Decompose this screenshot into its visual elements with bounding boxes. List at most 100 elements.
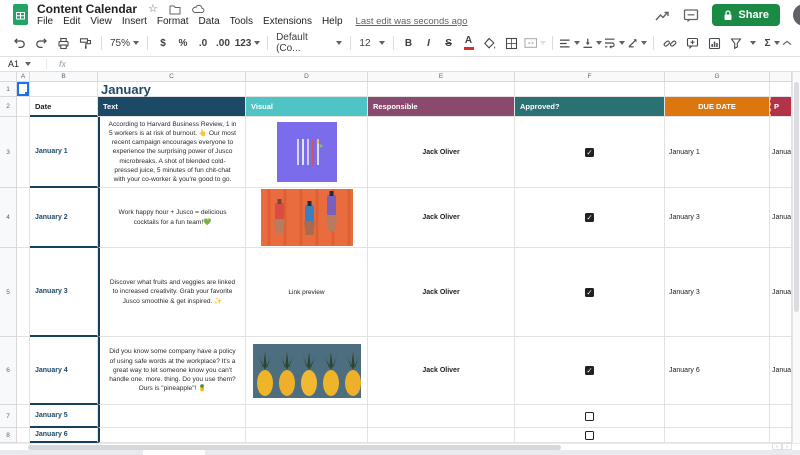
paint-format-button[interactable]: [75, 33, 95, 53]
approved-cell[interactable]: [515, 428, 665, 443]
approved-cell[interactable]: [515, 188, 665, 248]
italic-button[interactable]: I: [419, 33, 439, 53]
date-cell[interactable]: January 1: [30, 117, 98, 188]
visual-cell-empty[interactable]: [246, 428, 368, 443]
responsible-cell[interactable]: Jack Oliver: [368, 117, 515, 188]
last-edit-link[interactable]: Last edit was seconds ago: [356, 16, 468, 27]
due-date-cell[interactable]: January 3: [665, 188, 770, 248]
due-date-cell[interactable]: January 6: [665, 337, 770, 405]
scroll-left-arrow[interactable]: ‹: [772, 443, 782, 450]
text-cell-empty[interactable]: [98, 428, 246, 443]
horizontal-scrollbar[interactable]: [0, 443, 800, 450]
menu-format[interactable]: Format: [152, 16, 194, 27]
due-date-cell-empty[interactable]: [665, 428, 770, 443]
star-icon[interactable]: ☆: [148, 3, 158, 15]
cell-g1[interactable]: [665, 82, 770, 97]
move-folder-icon[interactable]: [169, 4, 181, 15]
due-date-cell-empty[interactable]: [665, 405, 770, 428]
col-header-e[interactable]: E: [368, 72, 515, 82]
fill-color-button[interactable]: [480, 33, 500, 53]
header-due-date-cell[interactable]: DUE DATE: [665, 97, 770, 117]
publish-cell-clipped[interactable]: Janua: [770, 337, 792, 405]
publish-cell-empty[interactable]: [770, 405, 792, 428]
header-publish-cell-clipped[interactable]: P: [770, 97, 792, 117]
due-date-cell[interactable]: January 3: [665, 248, 770, 337]
cell-d1[interactable]: [246, 82, 368, 97]
text-rotation-button[interactable]: [627, 33, 648, 53]
checkbox[interactable]: [585, 366, 594, 375]
row-header-3[interactable]: 3: [0, 117, 17, 188]
text-cell[interactable]: Work happy hour + Jusco = delicious cock…: [98, 188, 246, 248]
cell-a6[interactable]: [17, 337, 30, 405]
menu-tools[interactable]: Tools: [225, 16, 258, 27]
text-color-button[interactable]: A: [459, 33, 479, 53]
menu-data[interactable]: Data: [194, 16, 225, 27]
cell-a7[interactable]: [17, 405, 30, 428]
menu-insert[interactable]: Insert: [117, 16, 152, 27]
col-header-f[interactable]: F: [515, 72, 665, 82]
col-header-g[interactable]: G: [665, 72, 770, 82]
insert-chart-button[interactable]: [704, 33, 724, 53]
font-select[interactable]: Default (Co...: [273, 32, 345, 54]
scroll-right-arrow[interactable]: ›: [782, 443, 792, 450]
header-approved-cell[interactable]: Approved?: [515, 97, 665, 117]
approved-cell[interactable]: [515, 117, 665, 188]
visual-cell[interactable]: Link preview: [246, 248, 368, 337]
responsible-cell-empty[interactable]: [368, 405, 515, 428]
header-date-cell[interactable]: Date: [30, 97, 98, 117]
strikethrough-button[interactable]: S: [439, 33, 459, 53]
cell-a3[interactable]: [17, 117, 30, 188]
date-cell[interactable]: January 3: [30, 248, 98, 337]
date-cell[interactable]: January 4: [30, 337, 98, 405]
row-header-1[interactable]: 1: [0, 82, 17, 97]
filter-views-caret[interactable]: [750, 41, 757, 45]
cell-a1-selected[interactable]: [17, 82, 30, 97]
cell-e1[interactable]: [368, 82, 515, 97]
cell-a5[interactable]: [17, 248, 30, 337]
row-header-4[interactable]: 4: [0, 188, 17, 248]
checkbox[interactable]: [585, 213, 594, 222]
text-cell[interactable]: According to Harvard Business Review, 1 …: [98, 117, 246, 188]
font-size-select[interactable]: 12: [356, 38, 387, 49]
text-cell-empty[interactable]: [98, 405, 246, 428]
active-sheet-tab-clipped[interactable]: [143, 450, 205, 455]
col-header-h-clipped[interactable]: [770, 72, 792, 82]
format-currency-button[interactable]: $: [153, 33, 173, 53]
menu-edit[interactable]: Edit: [58, 16, 85, 27]
publish-cell-clipped[interactable]: Janua: [770, 188, 792, 248]
row-header-6[interactable]: 6: [0, 337, 17, 405]
date-cell[interactable]: January 5: [30, 405, 98, 428]
sheet-tab-bar-clipped[interactable]: [0, 450, 800, 455]
print-button[interactable]: [53, 33, 73, 53]
menu-help[interactable]: Help: [317, 16, 348, 27]
undo-button[interactable]: [9, 33, 29, 53]
checkbox[interactable]: [585, 147, 594, 157]
approved-cell[interactable]: [515, 337, 665, 405]
merge-cells-button[interactable]: [523, 33, 546, 53]
cell-h1[interactable]: [770, 82, 792, 97]
header-text-cell[interactable]: Text: [98, 97, 246, 117]
cell-a8[interactable]: [17, 428, 30, 443]
vertical-align-button[interactable]: [582, 33, 603, 53]
decrease-decimal-button[interactable]: .0: [193, 33, 213, 53]
vertical-scrollbar[interactable]: [792, 72, 800, 443]
menu-file[interactable]: File: [32, 16, 58, 27]
responsible-cell[interactable]: Jack Oliver: [368, 248, 515, 337]
text-cell[interactable]: Discover what fruits and veggies are lin…: [98, 248, 246, 337]
sheets-logo-icon[interactable]: [9, 3, 32, 26]
link-preview-label[interactable]: Link preview: [288, 289, 324, 296]
document-title[interactable]: Content Calendar: [37, 2, 137, 16]
borders-button[interactable]: [502, 33, 522, 53]
col-header-d[interactable]: D: [246, 72, 368, 82]
row-header-7[interactable]: 7: [0, 405, 17, 428]
responsible-cell-empty[interactable]: [368, 428, 515, 443]
cell-a2[interactable]: [17, 97, 30, 117]
collapse-toolbar-icon[interactable]: [782, 40, 792, 46]
header-responsible-cell[interactable]: Responsible: [368, 97, 515, 117]
cloud-status-icon[interactable]: [192, 4, 205, 14]
horizontal-align-button[interactable]: [559, 33, 580, 53]
zoom-select[interactable]: 75%: [107, 38, 142, 49]
avatar[interactable]: [793, 4, 800, 26]
visual-cell[interactable]: [246, 117, 368, 188]
filter-button[interactable]: [726, 33, 746, 53]
